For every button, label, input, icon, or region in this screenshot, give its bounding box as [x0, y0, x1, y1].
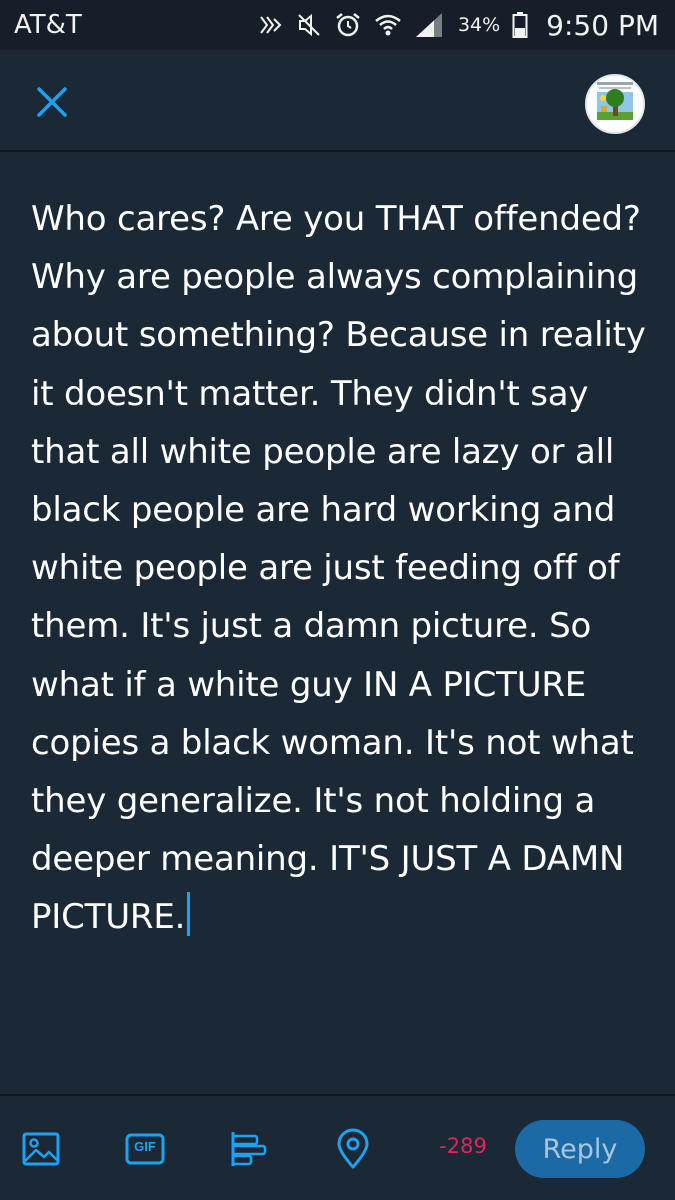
- status-icons: 34% 9:50 PM: [258, 9, 659, 42]
- poll-icon: [231, 1132, 267, 1166]
- tweet-text-content: Who cares? Are you THAT offended? Why ar…: [31, 199, 657, 938]
- profile-avatar[interactable]: [585, 74, 645, 134]
- close-button[interactable]: [28, 78, 76, 126]
- carrier-label: AT&T: [14, 10, 82, 40]
- nfc-icon: [258, 13, 284, 37]
- wifi-icon: [374, 12, 402, 38]
- tweet-composer[interactable]: Who cares? Are you THAT offended? Why ar…: [0, 152, 675, 1094]
- text-cursor: [187, 892, 191, 937]
- battery-icon: [512, 11, 528, 39]
- clock: 9:50 PM: [546, 8, 659, 42]
- composer-toolbar: GIF -289 Reply: [0, 1094, 675, 1200]
- alarm-icon: [334, 11, 362, 39]
- composer-header: [0, 50, 675, 152]
- close-icon: [37, 87, 67, 117]
- mute-icon: [296, 12, 322, 38]
- add-image-button[interactable]: [20, 1128, 62, 1170]
- status-bar: AT&T 34% 9:50 PM: [0, 0, 675, 50]
- battery-percent: 34%: [457, 14, 501, 36]
- add-location-button[interactable]: [332, 1128, 374, 1170]
- signal-icon: [414, 11, 444, 39]
- gif-label: GIF: [134, 1139, 156, 1154]
- add-gif-button[interactable]: GIF: [124, 1128, 166, 1170]
- reply-button[interactable]: Reply: [515, 1120, 645, 1178]
- character-count: -289: [439, 1134, 487, 1158]
- tweet-text-input[interactable]: Who cares? Are you THAT offended? Why ar…: [31, 190, 656, 947]
- location-icon: [337, 1128, 369, 1169]
- add-poll-button[interactable]: [228, 1128, 270, 1170]
- image-icon: [22, 1132, 60, 1166]
